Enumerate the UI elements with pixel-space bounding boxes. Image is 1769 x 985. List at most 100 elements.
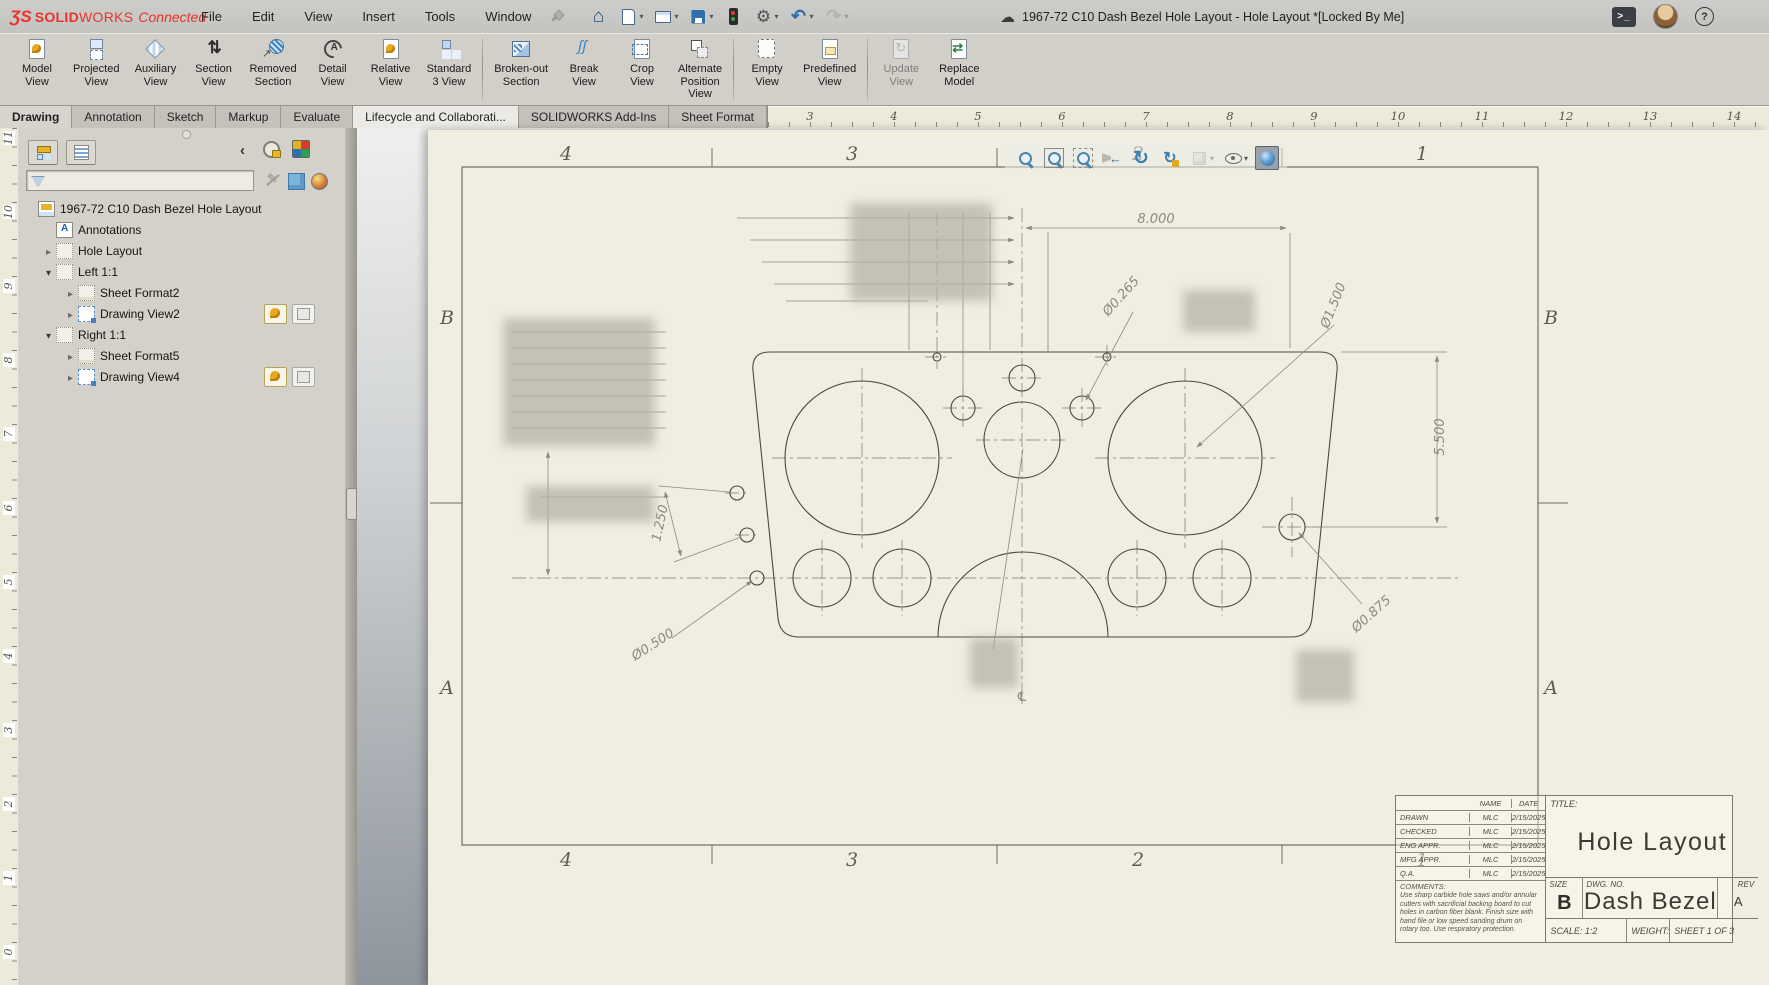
referenced-part-badge-icon[interactable]: [264, 304, 287, 324]
menu-view[interactable]: View: [302, 7, 334, 26]
predefined-view-button[interactable]: Predefined View: [796, 34, 863, 88]
lifecycle-status-button[interactable]: ▾: [720, 5, 746, 29]
ribbon-separator[interactable]: [867, 38, 868, 101]
dropdown-arrow-icon[interactable]: ▾: [1244, 154, 1248, 163]
save-button[interactable]: ▾: [685, 5, 716, 29]
lock-view-icon[interactable]: [260, 138, 282, 160]
tree-drawing-view4[interactable]: Drawing View4: [22, 366, 341, 387]
dropdown-arrow-icon[interactable]: ▾: [774, 12, 778, 21]
rotate-view-button[interactable]: ▾: [1129, 146, 1153, 170]
empty-view-button[interactable]: Empty View: [738, 34, 796, 88]
dropdown-arrow-icon[interactable]: ▾: [709, 12, 713, 21]
tree-sheet-format5[interactable]: Sheet Format5: [22, 345, 341, 366]
dropdown-arrow-icon[interactable]: ▾: [1210, 154, 1214, 163]
open-button[interactable]: ▾: [650, 5, 681, 29]
title-block[interactable]: NAME DATE DRAWN MLC 2/15/2025 CHECKED: [1395, 795, 1733, 943]
removed-section-button[interactable]: Removed Section: [242, 34, 303, 88]
ribbon-separator[interactable]: [733, 38, 734, 101]
detail-view-button[interactable]: Detail View: [304, 34, 362, 88]
menu-tools[interactable]: Tools: [423, 7, 457, 26]
dimension-5500[interactable]: 5.500: [1433, 418, 1448, 455]
zoom-to-area-button[interactable]: ▾: [1042, 146, 1066, 170]
user-avatar[interactable]: [1653, 4, 1678, 29]
dimension-d1500[interactable]: Ø1.500: [1318, 281, 1350, 332]
dimension-d0500[interactable]: Ø0.500: [628, 626, 677, 665]
ribbon-separator[interactable]: [482, 38, 483, 101]
splitter-grip[interactable]: [346, 488, 357, 520]
section-view-button[interactable]: Section View: [184, 34, 242, 88]
tab-sheet-format[interactable]: Sheet Format: [669, 106, 767, 128]
show-hierarchy-icon[interactable]: [288, 173, 305, 190]
command-console-icon[interactable]: >_: [1612, 7, 1636, 27]
expander-icon[interactable]: [64, 286, 77, 300]
zoom-to-fit-button[interactable]: ▾: [1013, 146, 1037, 170]
view-settings-button[interactable]: ▾: [1255, 146, 1279, 170]
home-button[interactable]: ▾: [585, 5, 611, 29]
tree-drawing-view2[interactable]: Drawing View2: [22, 303, 341, 324]
dropdown-arrow-icon[interactable]: ▾: [810, 12, 814, 21]
replace-model-button[interactable]: Replace Model: [930, 34, 988, 88]
tab-solidworks-add-ins[interactable]: SOLIDWORKS Add-Ins: [519, 106, 669, 128]
menu-file[interactable]: File: [199, 7, 224, 26]
menu-insert[interactable]: Insert: [360, 7, 397, 26]
expander-icon[interactable]: [64, 349, 77, 363]
3d-drawing-view-button[interactable]: ▾: [1158, 146, 1182, 170]
pin-menu-icon[interactable]: [549, 10, 563, 24]
tree-filter-input[interactable]: [45, 174, 253, 188]
tab-drawing[interactable]: Drawing: [0, 106, 72, 128]
view-orientation-badge-icon[interactable]: [292, 367, 315, 387]
panel-splitter-dot[interactable]: [182, 130, 191, 139]
tree-hole-layout[interactable]: Hole Layout: [22, 240, 341, 261]
panel-splitter[interactable]: [345, 128, 357, 985]
expander-icon[interactable]: [64, 307, 77, 321]
zoom-in-out-button[interactable]: ▾: [1071, 146, 1095, 170]
tab-markup[interactable]: Markup: [216, 106, 281, 128]
view-palette-icon[interactable]: [290, 138, 312, 160]
dropdown-arrow-icon[interactable]: ▾: [639, 12, 643, 21]
menu-edit[interactable]: Edit: [250, 7, 276, 26]
dimension-d0265[interactable]: Ø0.265: [1099, 274, 1143, 320]
expander-icon[interactable]: [42, 265, 55, 279]
tab-lifecycle-and-collaboration[interactable]: Lifecycle and Collaborati...: [353, 106, 519, 128]
display-pane-tab[interactable]: [66, 140, 96, 165]
tree-left-1-1[interactable]: Left 1:1: [22, 261, 341, 282]
expander-icon[interactable]: [42, 244, 55, 258]
alternate-position-view-button[interactable]: Alternate Position View: [671, 34, 729, 101]
filter-annotations-icon[interactable]: [264, 171, 282, 189]
projected-view-button[interactable]: Projected View: [66, 34, 126, 88]
appearance-filter-icon[interactable]: [311, 173, 328, 190]
expander-icon[interactable]: [42, 328, 55, 342]
relative-view-button[interactable]: Relative View: [362, 34, 420, 88]
dimension-d0875[interactable]: Ø0.875: [1348, 593, 1394, 637]
tab-sketch[interactable]: Sketch: [155, 106, 217, 128]
new-document-button[interactable]: ▾: [615, 5, 646, 29]
display-style-button[interactable]: ▾: [1187, 146, 1216, 170]
tree-sheet-format2[interactable]: Sheet Format2: [22, 282, 341, 303]
options-button[interactable]: ▾: [750, 5, 781, 29]
dimension-8000[interactable]: 8.000: [1137, 212, 1174, 227]
tree-right-1-1[interactable]: Right 1:1: [22, 324, 341, 345]
auxiliary-view-button[interactable]: Auxiliary View: [126, 34, 184, 88]
dropdown-arrow-icon[interactable]: ▾: [674, 12, 678, 21]
undo-button[interactable]: ▾: [786, 5, 817, 29]
collapse-panel-icon[interactable]: ‹: [240, 140, 245, 162]
break-view-button[interactable]: Break View: [555, 34, 613, 88]
broken-out-section-button[interactable]: Broken-out Section: [487, 34, 555, 88]
feature-tree-tab[interactable]: [28, 140, 58, 165]
crop-view-button[interactable]: Crop View: [613, 34, 671, 88]
help-icon[interactable]: ?: [1695, 7, 1714, 26]
tree-annotations[interactable]: Annotations: [22, 219, 341, 240]
expander-icon[interactable]: [64, 370, 77, 384]
standard-3-view-button[interactable]: Standard 3 View: [420, 34, 479, 88]
hide-show-items-button[interactable]: ▾: [1221, 146, 1250, 170]
referenced-part-badge-icon[interactable]: [264, 367, 287, 387]
previous-view-button[interactable]: ▾: [1100, 146, 1124, 170]
dropdown-arrow-icon[interactable]: ▾: [845, 12, 849, 21]
redo-button[interactable]: ▾: [821, 5, 852, 29]
tab-annotation[interactable]: Annotation: [72, 106, 154, 128]
tree-root[interactable]: 1967-72 C10 Dash Bezel Hole Layout: [22, 198, 341, 219]
update-view-button[interactable]: Update View: [872, 34, 930, 88]
view-orientation-badge-icon[interactable]: [292, 304, 315, 324]
menu-window[interactable]: Window: [483, 7, 533, 26]
tab-evaluate[interactable]: Evaluate: [281, 106, 353, 128]
